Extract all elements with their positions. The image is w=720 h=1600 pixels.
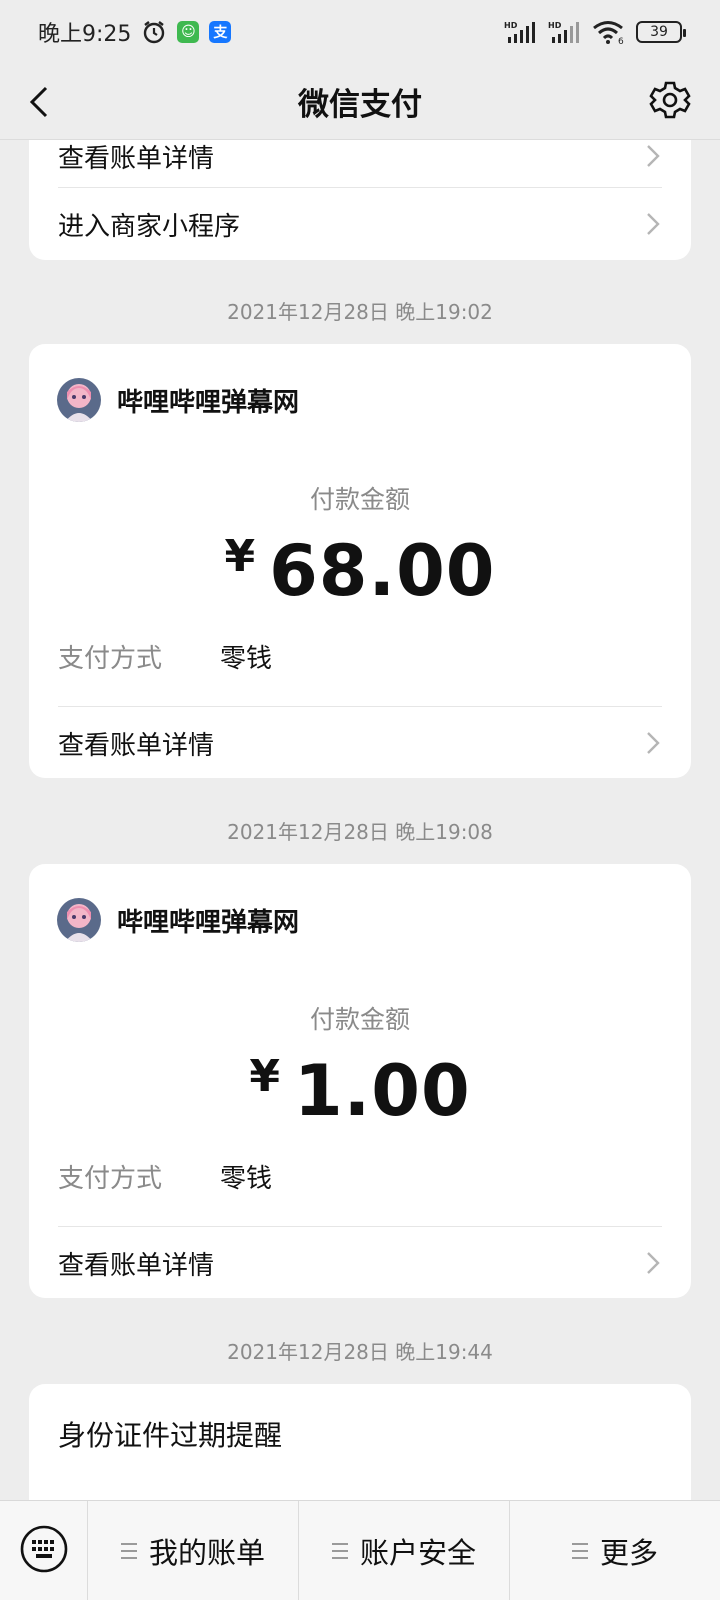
menu-more[interactable]: 更多	[510, 1501, 720, 1600]
currency-symbol: ¥	[249, 1051, 280, 1102]
nav-bar: 微信支付	[0, 64, 720, 140]
view-bill-details-label: 查看账单详情	[58, 143, 215, 174]
payment-method-key: 支付方式	[58, 644, 163, 674]
svg-text:HD: HD	[504, 21, 518, 30]
message-timestamp: 2021年12月28日 晚上19:02	[227, 300, 493, 324]
payment-method-value: 零钱	[220, 644, 273, 674]
view-bill-details-label: 查看账单详情	[58, 1250, 215, 1281]
signal-icon-2: HD	[548, 20, 582, 44]
menu-my-bills[interactable]: 我的账单	[88, 1500, 299, 1600]
svg-text:6: 6	[618, 37, 624, 45]
back-arrow-icon[interactable]	[22, 82, 62, 122]
payment-card: 哔哩哔哩弹幕网 付款金额 ¥68.00 支付方式 零钱 查看账单详情	[29, 344, 691, 778]
view-bill-details-label: 查看账单详情	[58, 730, 215, 761]
payment-method-row: 支付方式 零钱	[58, 1158, 272, 1195]
status-time: 晚上9:25	[38, 22, 132, 47]
notice-title: 身份证件过期提醒	[58, 1419, 283, 1452]
amount-label: 付款金额	[309, 1005, 410, 1034]
amount-value: 68.00	[269, 530, 496, 612]
status-bar: 晚上9:25 ☺ 支 HD HD 6 39	[0, 0, 720, 64]
payment-method-value: 零钱	[220, 1164, 273, 1194]
view-bill-details-row[interactable]: 查看账单详情	[58, 1227, 662, 1298]
payment-method-row: 支付方式 零钱	[58, 638, 272, 675]
chevron-right-icon	[644, 141, 662, 171]
merchant-header[interactable]: 哔哩哔哩弹幕网	[57, 378, 299, 422]
merchant-header[interactable]: 哔哩哔哩弹幕网	[57, 898, 299, 942]
payment-amount: ¥1.00	[29, 1050, 691, 1132]
menu-list-icon	[331, 1542, 348, 1559]
amount-label: 付款金额	[309, 485, 410, 514]
payment-card: 哔哩哔哩弹幕网 付款金额 ¥1.00 支付方式 零钱 查看账单详情	[29, 864, 691, 1298]
signal-icon: HD	[504, 20, 538, 44]
open-mini-program-row[interactable]: 进入商家小程序	[58, 188, 662, 260]
merchant-avatar	[57, 898, 101, 942]
view-bill-details-row[interactable]: 查看账单详情	[58, 707, 662, 778]
payment-method-key: 支付方式	[58, 1164, 163, 1194]
alarm-clock-icon	[141, 19, 167, 45]
merchant-name: 哔哩哔哩弹幕网	[117, 387, 300, 418]
menu-list-icon	[571, 1542, 588, 1559]
keyboard-toggle-button[interactable]	[0, 1500, 88, 1600]
wifi-icon: 6	[592, 19, 626, 45]
message-timestamp: 2021年12月28日 晚上19:44	[227, 1340, 493, 1364]
keyboard-icon	[19, 1524, 69, 1578]
menu-account-security[interactable]: 账户安全	[299, 1500, 510, 1600]
alipay-app-icon: 支	[209, 21, 232, 43]
battery-indicator: 39	[636, 21, 686, 43]
currency-symbol: ¥	[224, 531, 256, 582]
message-feed[interactable]: 查看账单详情 进入商家小程序 2021年12月28日 晚上19:02 哔哩哔哩弹…	[0, 140, 720, 1500]
amount-value: 1.00	[293, 1050, 471, 1132]
wechat-app-icon: ☺	[177, 21, 200, 43]
chevron-right-icon	[644, 209, 662, 239]
view-bill-details-row[interactable]: 查看账单详情	[58, 140, 662, 192]
menu-label: 更多	[599, 1535, 658, 1570]
menu-label: 账户安全	[359, 1535, 476, 1570]
settings-gear-icon[interactable]	[648, 78, 692, 122]
merchant-avatar	[57, 378, 101, 422]
bottom-menu-bar: 我的账单 账户安全 更多	[0, 1500, 720, 1600]
open-mini-program-label: 进入商家小程序	[58, 211, 241, 242]
payment-amount: ¥68.00	[29, 530, 691, 612]
chevron-right-icon	[644, 728, 662, 758]
previous-payment-card: 查看账单详情 进入商家小程序	[29, 140, 691, 260]
svg-text:HD: HD	[548, 21, 562, 30]
page-title: 微信支付	[298, 87, 422, 123]
chevron-right-icon	[644, 1248, 662, 1278]
merchant-name: 哔哩哔哩弹幕网	[117, 907, 300, 938]
menu-list-icon	[120, 1542, 137, 1559]
menu-label: 我的账单	[148, 1535, 265, 1570]
id-expiry-notice-card[interactable]: 身份证件过期提醒	[29, 1384, 691, 1500]
message-timestamp: 2021年12月28日 晚上19:08	[227, 820, 493, 844]
